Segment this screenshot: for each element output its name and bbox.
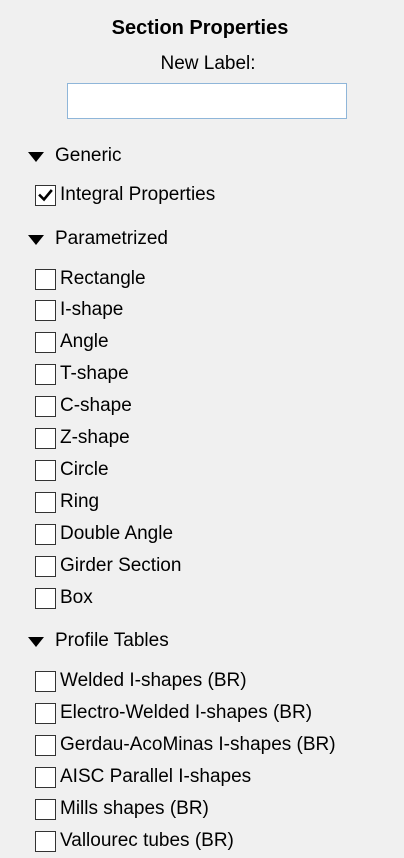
triangle-down-icon — [28, 637, 44, 647]
checkbox-c-shape[interactable]: C-shape — [35, 393, 132, 419]
checkbox-box[interactable] — [35, 702, 56, 724]
checkbox-i-shape[interactable]: I-shape — [35, 297, 123, 323]
checkbox-box[interactable] — [35, 766, 56, 788]
checkbox-box[interactable] — [35, 299, 56, 321]
checkbox-label: Welded I-shapes (BR) — [60, 670, 247, 691]
section-header-generic[interactable]: Generic — [28, 143, 122, 169]
checkbox-box[interactable] — [35, 555, 56, 577]
checkbox-box[interactable] — [35, 184, 56, 206]
checkbox-label: Angle — [60, 331, 109, 352]
checkbox-t-shape[interactable]: T-shape — [35, 361, 129, 387]
checkbox-label: Ring — [60, 491, 100, 512]
checkbox-box[interactable] — [35, 798, 56, 820]
checkbox-rectangle[interactable]: Rectangle — [35, 266, 146, 292]
checkbox-label: Box — [60, 587, 93, 608]
triangle-down-icon — [28, 152, 44, 162]
section-properties-panel: Section Properties New Label: Generic In… — [0, 0, 404, 858]
checkbox-mills-shapes[interactable]: Mills shapes (BR) — [35, 796, 209, 822]
checkbox-welded-i-shapes[interactable]: Welded I-shapes (BR) — [35, 668, 247, 694]
checkbox-label: Integral Properties — [60, 184, 216, 205]
checkbox-label: Vallourec tubes (BR) — [60, 830, 234, 851]
checkbox-box[interactable] — [35, 491, 56, 513]
checkbox-aisc-parallel-i-shapes[interactable]: AISC Parallel I-shapes — [35, 764, 251, 790]
checkbox-label: Z-shape — [60, 427, 130, 448]
checkbox-label: I-shape — [60, 299, 124, 320]
checkbox-label: Mills shapes (BR) — [60, 798, 209, 819]
checkbox-vallourec-tubes[interactable]: Vallourec tubes (BR) — [35, 828, 234, 854]
checkbox-ring[interactable]: Ring — [35, 489, 99, 515]
checkbox-angle[interactable]: Angle — [35, 329, 109, 355]
checkbox-label: C-shape — [60, 395, 132, 416]
checkbox-electro-welded-i-shapes[interactable]: Electro-Welded I-shapes (BR) — [35, 700, 312, 726]
checkbox-box[interactable] — [35, 427, 56, 449]
checkbox-z-shape[interactable]: Z-shape — [35, 425, 130, 451]
checkbox-box[interactable] — [35, 587, 56, 609]
checkbox-label: Gerdau-AcoMinas I-shapes (BR) — [60, 734, 336, 755]
checkbox-box[interactable] — [35, 363, 56, 385]
checkbox-double-angle[interactable]: Double Angle — [35, 521, 173, 547]
checkbox-box[interactable] — [35, 670, 56, 692]
checkbox-label: Girder Section — [60, 555, 182, 576]
checkbox-label: T-shape — [60, 363, 129, 384]
checkbox-box[interactable] — [35, 734, 56, 756]
section-header-parametrized[interactable]: Parametrized — [28, 226, 168, 252]
checkbox-label: Electro-Welded I-shapes (BR) — [60, 702, 313, 723]
checkbox-box[interactable] — [35, 459, 56, 481]
panel-title: Section Properties — [111, 17, 289, 39]
checkbox-box[interactable] — [35, 395, 56, 417]
checkbox-box[interactable] — [35, 268, 56, 290]
checkbox-label: AISC Parallel I-shapes — [60, 766, 252, 787]
section-header-profile-tables[interactable]: Profile Tables — [28, 628, 169, 654]
section-header-label: Parametrized — [55, 228, 168, 249]
checkbox-integral-properties[interactable]: Integral Properties — [35, 182, 215, 208]
new-label-input[interactable] — [67, 83, 347, 119]
checkbox-box[interactable] — [35, 331, 56, 353]
checkbox-box[interactable] — [35, 523, 56, 545]
new-label-caption: New Label: — [160, 53, 256, 74]
checkbox-label: Rectangle — [60, 268, 146, 289]
checkbox-gerdau-acominas-i-shapes[interactable]: Gerdau-AcoMinas I-shapes (BR) — [35, 732, 336, 758]
checkbox-label: Double Angle — [60, 523, 174, 544]
section-header-label: Generic — [55, 145, 122, 166]
checkbox-circle[interactable]: Circle — [35, 457, 109, 483]
check-icon — [38, 188, 53, 201]
checkbox-box[interactable] — [35, 830, 56, 852]
triangle-down-icon — [28, 235, 44, 245]
checkbox-girder-section[interactable]: Girder Section — [35, 553, 181, 579]
checkbox-box-section[interactable]: Box — [35, 585, 93, 611]
checkbox-label: Circle — [60, 459, 109, 480]
section-header-label: Profile Tables — [55, 630, 169, 651]
